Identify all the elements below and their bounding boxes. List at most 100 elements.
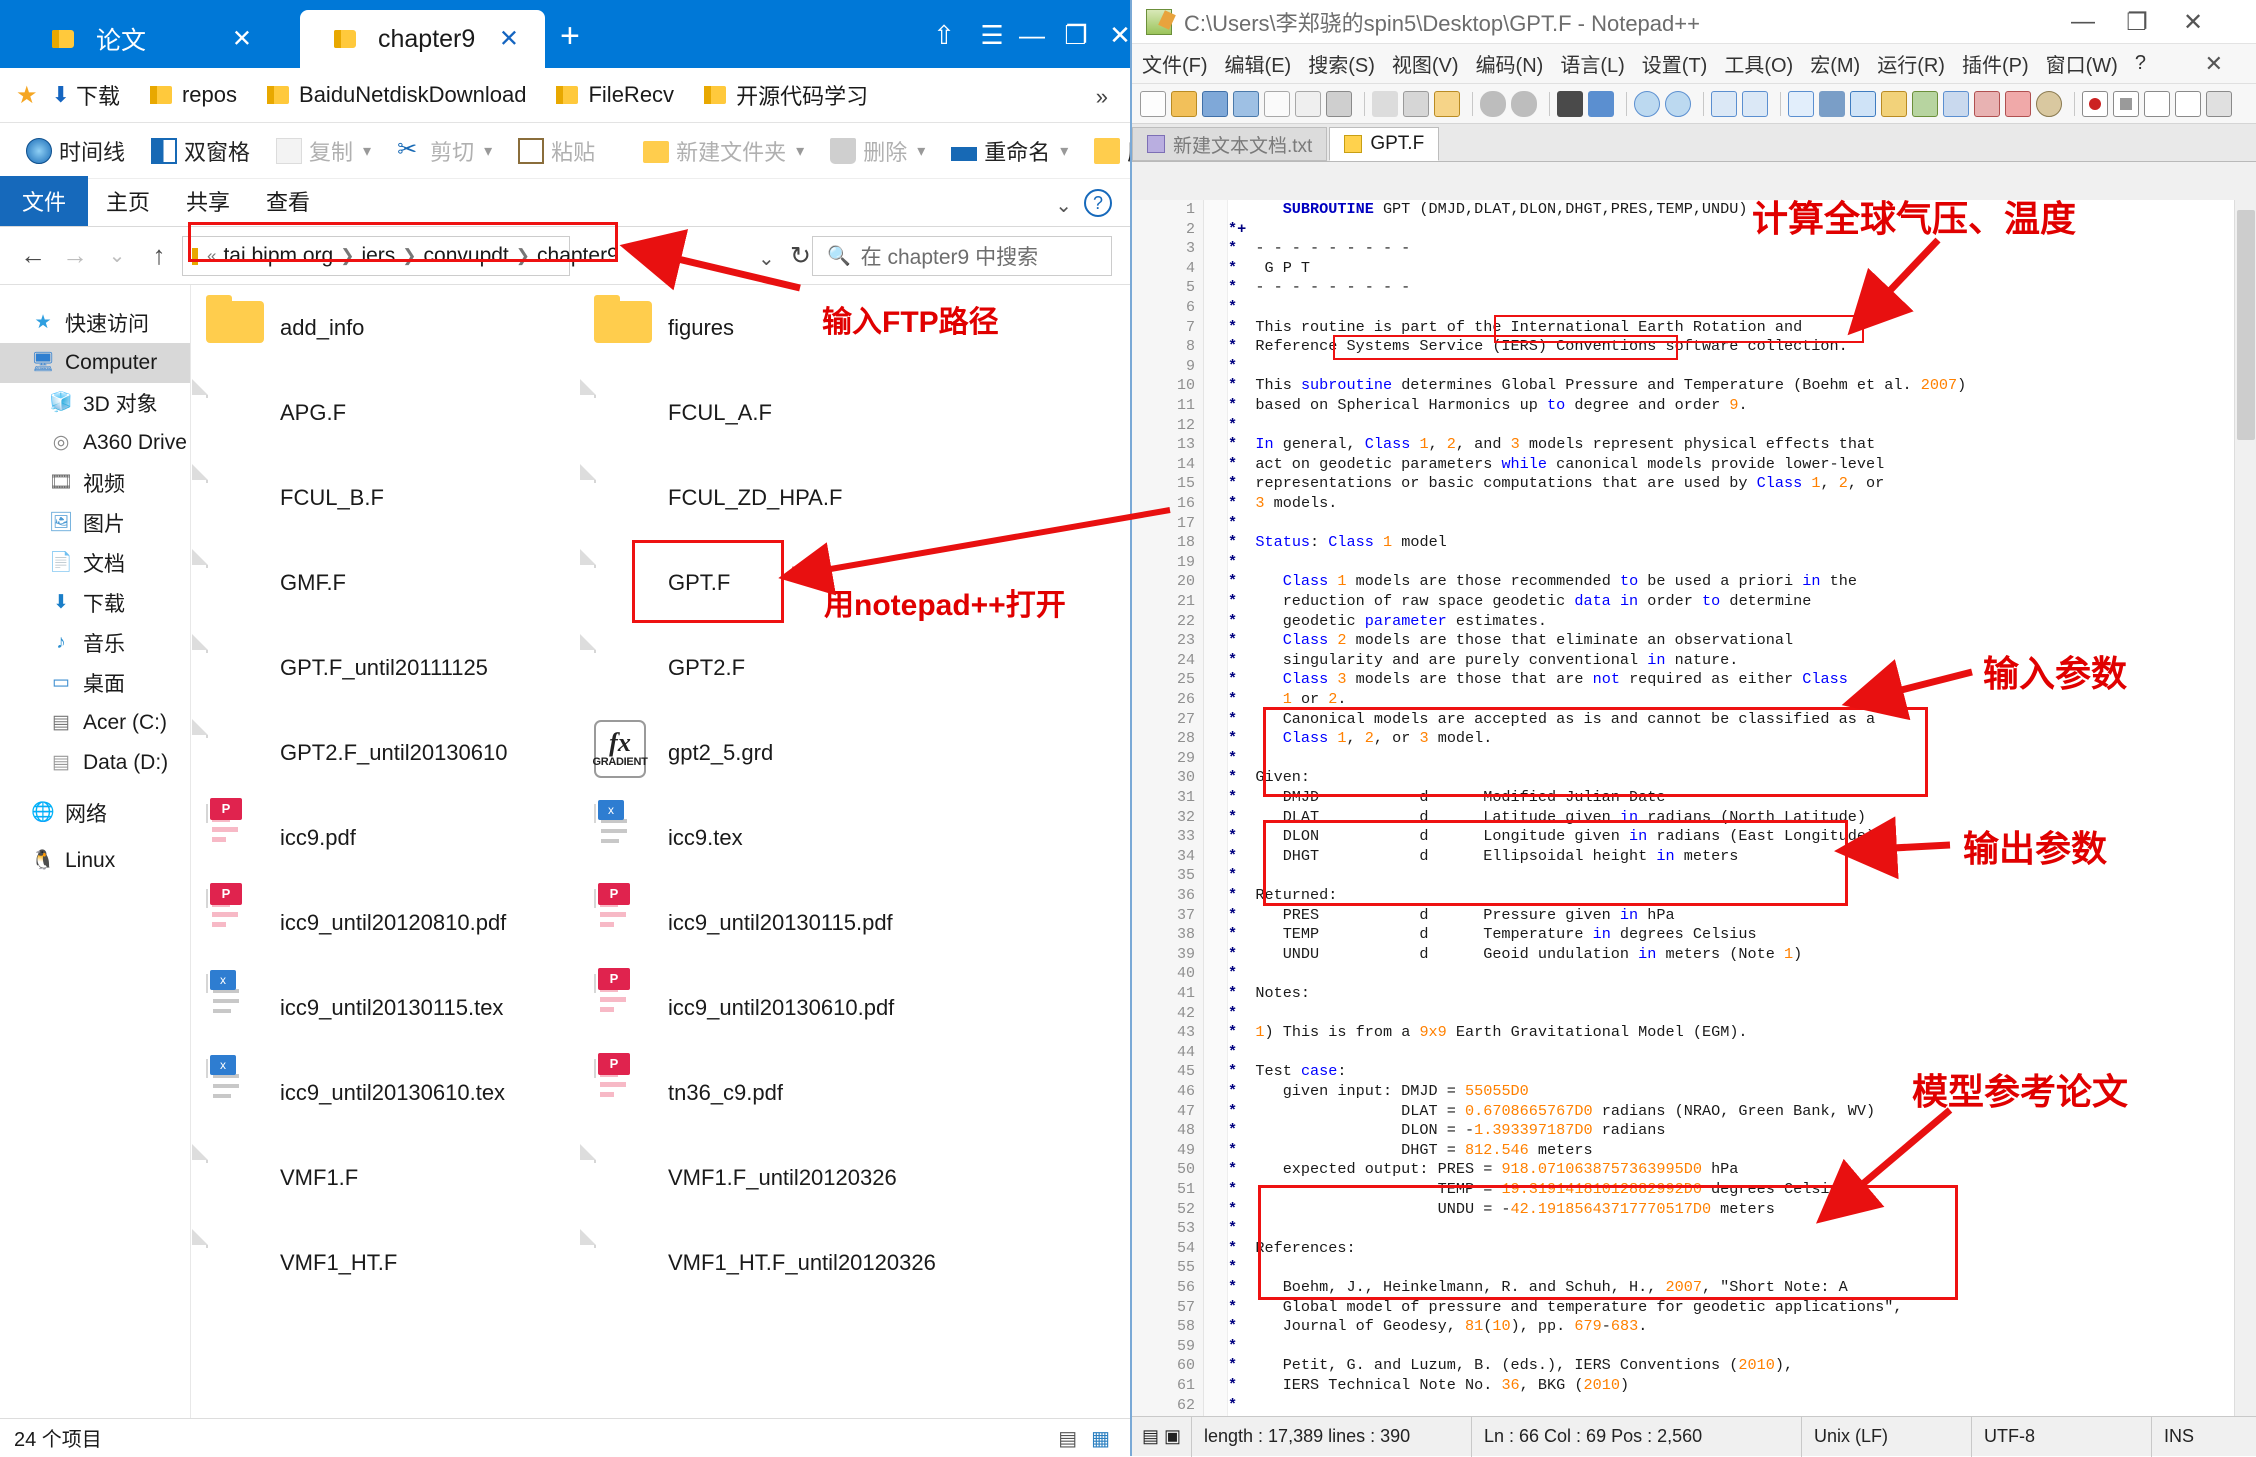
code-line[interactable]: * expected output: PRES = 918.0710638757… <box>1228 1160 1738 1180</box>
code-line[interactable]: * Class 3 models are those that are not … <box>1228 670 1848 690</box>
close-tab-icon[interactable]: ✕ <box>499 25 519 54</box>
sidebar-item-network[interactable]: 🌐 网络 <box>0 793 190 833</box>
code-line[interactable]: * Returned: <box>1228 886 1337 906</box>
sync-v-scroll-icon[interactable] <box>1711 90 1737 117</box>
fav-item-download[interactable]: ⬇ 下载 <box>52 79 120 111</box>
code-line[interactable]: * DHGT = 812.546 meters <box>1228 1141 1593 1161</box>
code-line[interactable]: * Canonical models are accepted as is an… <box>1228 710 1875 730</box>
code-line[interactable]: * <box>1228 1337 1237 1357</box>
word-wrap-icon[interactable] <box>1788 90 1814 117</box>
menu-language[interactable]: 语言(L) <box>1560 49 1624 78</box>
sidebar-item-acer-c[interactable]: ▤ Acer (C:) <box>0 703 190 743</box>
code-line[interactable]: * 3 models. <box>1228 494 1337 514</box>
details-view-icon[interactable]: ▤ <box>1058 1426 1077 1451</box>
save-macro-icon[interactable] <box>2206 90 2232 117</box>
toolbar-copy[interactable]: 复制 ▾ <box>276 135 371 167</box>
code-line[interactable]: SUBROUTINE GPT (DMJD,DLAT,DLON,DHGT,PRES… <box>1228 200 1748 220</box>
code-line[interactable]: * - - - - - - - - - <box>1228 239 1410 259</box>
sidebar-item-3d-objects[interactable]: 🧊 3D 对象 <box>0 383 190 423</box>
toolbar-cut[interactable]: ✂ 剪切 ▾ <box>397 135 492 167</box>
indent-guide-icon[interactable] <box>1850 90 1876 117</box>
code-line[interactable]: * TEMP = 19.31914181012882992D0 degrees … <box>1228 1180 1848 1200</box>
breadcrumb[interactable]: « tai.bipm.org ❯ iers ❯ convupdt ❯ chapt… <box>182 236 619 276</box>
code-line[interactable]: * DLON = -1.393397187D0 radians <box>1228 1121 1666 1141</box>
code-line[interactable]: * <box>1228 866 1237 886</box>
chevron-down-icon[interactable]: ▾ <box>484 141 492 161</box>
chevron-down-icon[interactable]: ⌄ <box>1055 193 1072 218</box>
menu-tools[interactable]: 工具(O) <box>1724 49 1793 78</box>
code-line[interactable]: * representations or basic computations … <box>1228 474 1884 494</box>
menu-help[interactable]: ? <box>2135 52 2146 75</box>
code-line[interactable]: * DMJD d Modified Julian Date <box>1228 788 1665 808</box>
list-item[interactable]: GPT.F_until20111125 <box>192 625 592 710</box>
scrollbar-thumb[interactable] <box>2237 210 2255 440</box>
code-line[interactable]: *+ <box>1228 220 1246 240</box>
code-line[interactable]: * This subroutine determines Global Pres… <box>1228 376 1966 396</box>
code-line[interactable]: * Global model of pressure and temperatu… <box>1228 1298 1902 1318</box>
toolbar-rename[interactable]: 重命名 ▾ <box>951 135 1068 167</box>
find-icon[interactable] <box>1557 90 1583 117</box>
sync-h-scroll-icon[interactable] <box>1742 90 1768 117</box>
sidebar-item-music[interactable]: ♪ 音乐 <box>0 623 190 663</box>
save-all-icon[interactable] <box>1233 90 1259 117</box>
code-line[interactable]: * singularity and are purely conventiona… <box>1228 651 1738 671</box>
list-item[interactable]: GPT2.F <box>580 625 980 710</box>
file-list[interactable]: add_info figures APG.F FCUL_A.F FCUL_B.F… <box>192 285 1130 1418</box>
code-line[interactable]: * Class 1, 2, or 3 model. <box>1228 729 1492 749</box>
code-line[interactable]: * TEMP d Temperature in degrees Celsius <box>1228 925 1757 945</box>
list-item[interactable]: add_info <box>192 285 592 370</box>
doc-list-icon[interactable] <box>1943 90 1969 117</box>
shirt-icon[interactable]: ⇧ <box>920 14 968 56</box>
ribbon-tab-share[interactable]: 共享 <box>168 176 248 226</box>
code-line[interactable]: * Test case: <box>1228 1062 1347 1082</box>
user-defined-lang-icon[interactable] <box>1881 90 1907 117</box>
code-line[interactable]: * <box>1228 357 1237 377</box>
code-line[interactable]: * <box>1228 749 1237 769</box>
code-line[interactable]: * - - - - - - - - - <box>1228 278 1410 298</box>
code-line[interactable]: * UNDU = -42.19185643717770517D0 meters <box>1228 1200 1775 1220</box>
code-editor[interactable]: 1 2 3 4 5 6 7 8 9 10 11 12 13 14 15 16 17 18 19 20 21 22 23 24 2… <box>1132 200 2256 1426</box>
breadcrumb-item[interactable]: tai.bipm.org <box>223 244 333 268</box>
menu-plugins[interactable]: 插件(P) <box>1962 49 2029 78</box>
code-line[interactable]: * <box>1228 1004 1237 1024</box>
code-line[interactable]: * DLAT d Latitude given in radians (Nort… <box>1228 808 1866 828</box>
list-item[interactable]: VMF1.F <box>192 1135 592 1220</box>
sidebar-item-data-d[interactable]: ▤ Data (D:) <box>0 743 190 783</box>
close-tab-icon[interactable]: ✕ <box>232 25 252 54</box>
stop-macro-icon[interactable] <box>2113 90 2139 117</box>
code-line[interactable]: * Journal of Geodesy, 81(10), pp. 679-68… <box>1228 1317 1647 1337</box>
code-line[interactable]: * This routine is part of the Internatio… <box>1228 318 1802 338</box>
code-line[interactable]: * DHGT d Ellipsoidal height in meters <box>1228 847 1738 867</box>
list-item[interactable]: x icc9_until20130610.tex <box>192 1050 592 1135</box>
menu-edit[interactable]: 编辑(E) <box>1225 49 1292 78</box>
code-line[interactable]: * <box>1228 416 1237 436</box>
close-all-icon[interactable] <box>1295 90 1321 117</box>
play-multi-macro-icon[interactable] <box>2175 90 2201 117</box>
code-line[interactable]: * <box>1228 553 1237 573</box>
list-item[interactable]: FCUL_ZD_HPA.F <box>580 455 980 540</box>
code-line[interactable]: * geodetic parameter estimates. <box>1228 612 1547 632</box>
doc-map-icon[interactable] <box>1912 90 1938 117</box>
list-item[interactable]: FCUL_A.F <box>580 370 980 455</box>
fav-item-repos[interactable]: repos <box>149 82 237 108</box>
menu-run[interactable]: 运行(R) <box>1877 49 1945 78</box>
maximize-button[interactable]: ❐ <box>2114 8 2160 38</box>
close-button[interactable]: ✕ <box>2170 8 2216 38</box>
toolbar-timeline[interactable]: 时间线 <box>26 135 125 167</box>
code-line[interactable]: * PRES d Pressure given in hPa <box>1228 906 1675 926</box>
monitoring-icon[interactable] <box>2036 90 2062 117</box>
list-item[interactable]: Picc9_until20130115.pdf <box>580 880 980 965</box>
search-input[interactable]: 🔍 在 chapter9 中搜索 <box>812 236 1112 276</box>
chevron-down-icon[interactable]: ▾ <box>363 141 371 161</box>
list-item[interactable]: VMF1_HT.F_until20120326 <box>580 1220 980 1305</box>
code-line[interactable]: * References: <box>1228 1239 1356 1259</box>
editor-vertical-scrollbar[interactable] <box>2234 200 2256 1426</box>
chevron-down-icon[interactable]: ▾ <box>917 141 925 161</box>
replace-icon[interactable] <box>1588 90 1614 117</box>
list-item[interactable]: Picc9_until20120810.pdf <box>192 880 592 965</box>
code-line[interactable]: * given input: DMJD = 55055D0 <box>1228 1082 1529 1102</box>
back-button[interactable]: ← <box>12 240 54 271</box>
fav-item-baidunetdisk[interactable]: BaiduNetdiskDownload <box>267 82 526 108</box>
code-line[interactable]: * Class 1 models are those recommended t… <box>1228 572 1857 592</box>
sidebar-item-computer[interactable]: 🖥 Computer <box>0 343 190 383</box>
